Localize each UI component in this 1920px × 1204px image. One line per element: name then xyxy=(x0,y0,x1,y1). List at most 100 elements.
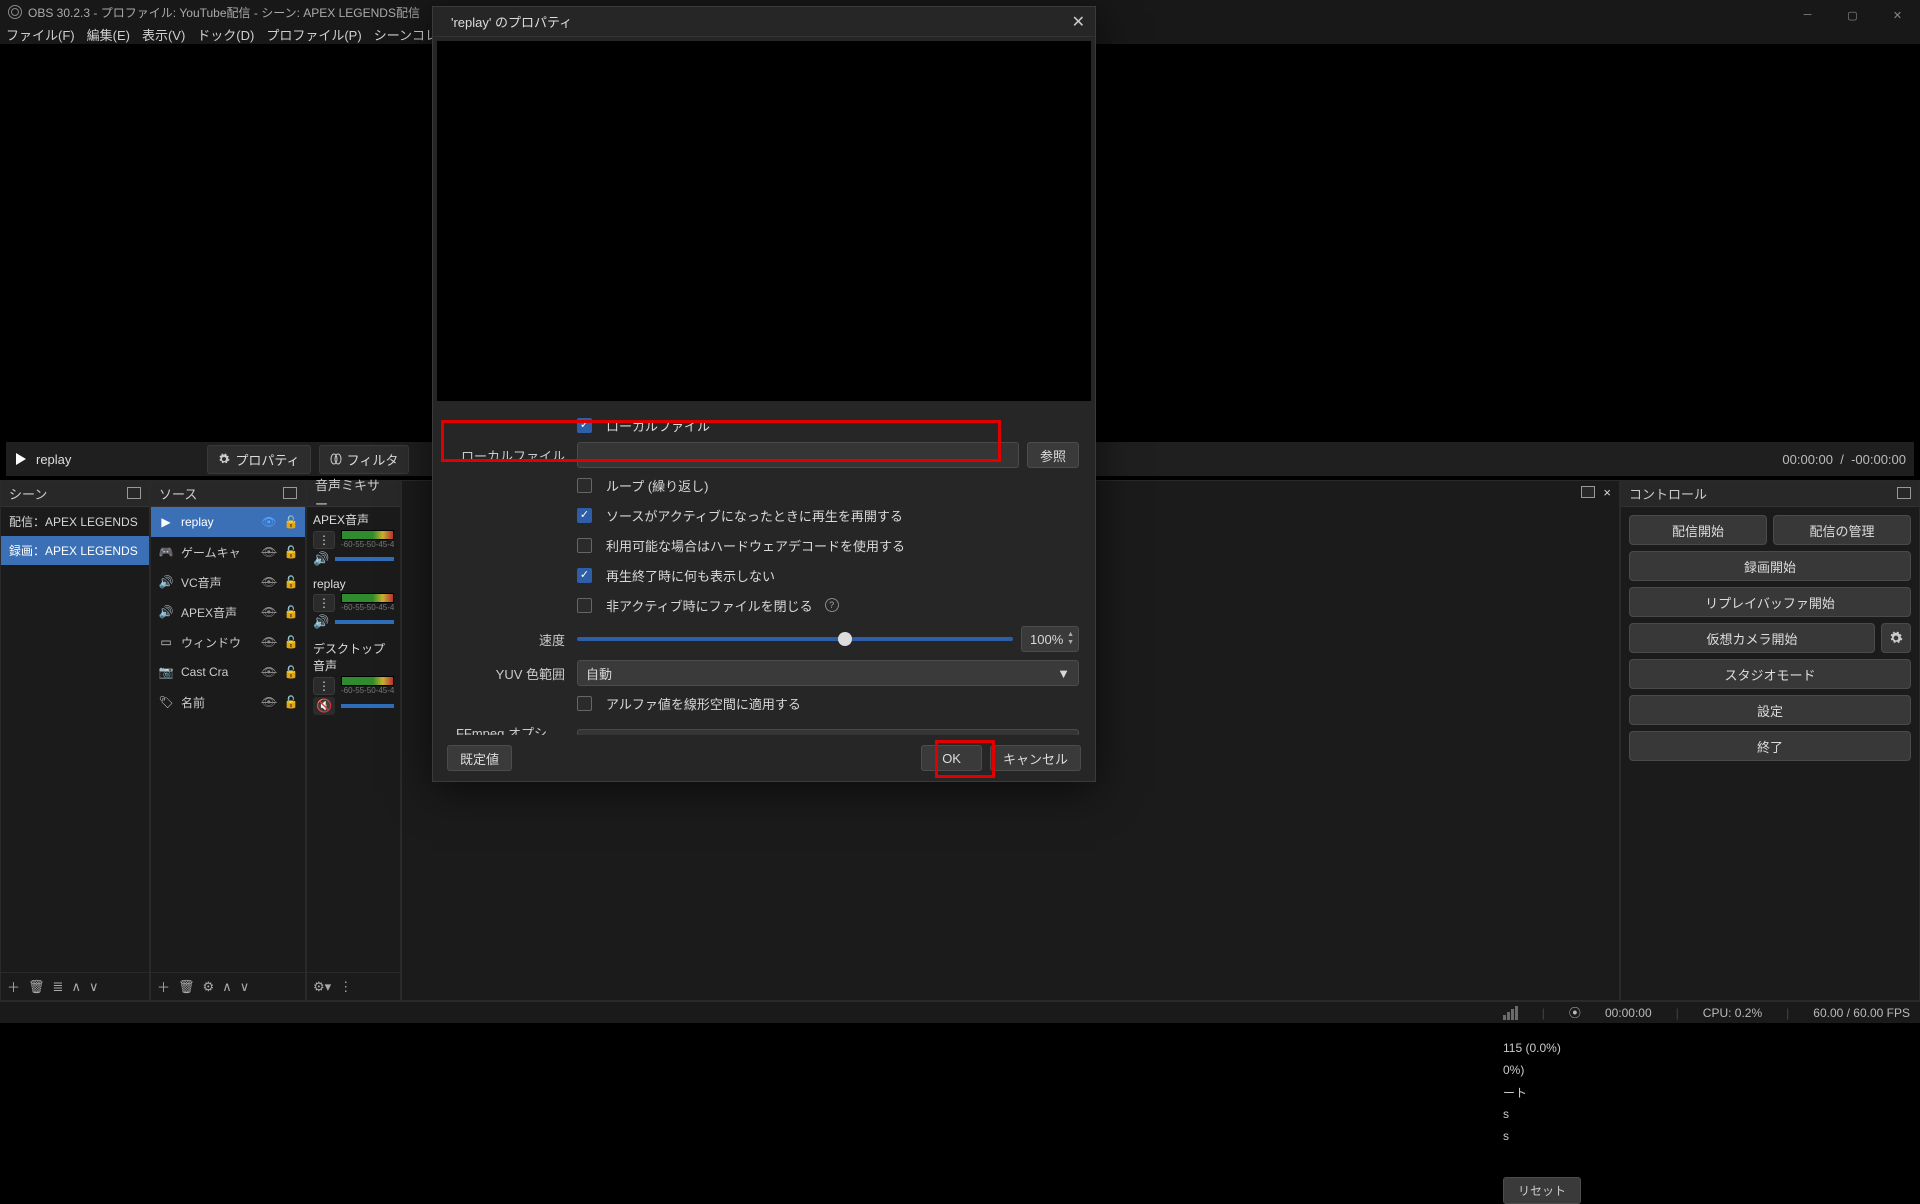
speed-slider[interactable] xyxy=(577,637,1013,641)
dialog-title: 'replay' のプロパティ xyxy=(451,12,572,31)
lock-icon[interactable]: 🔓 xyxy=(283,695,299,709)
resume-on-active-checkbox[interactable] xyxy=(577,508,592,523)
scene-up-button[interactable]: ∧ xyxy=(71,979,81,995)
properties-button[interactable]: プロパティ xyxy=(207,445,310,474)
lock-icon[interactable]: 🔓 xyxy=(283,575,299,589)
source-item[interactable]: ▶ replay 👁 🔓 xyxy=(151,507,305,537)
source-down-button[interactable]: ∨ xyxy=(240,979,250,995)
lock-icon[interactable]: 🔓 xyxy=(283,515,299,529)
dialog-close-button[interactable]: ✕ xyxy=(1072,12,1085,32)
cancel-button[interactable]: キャンセル xyxy=(990,745,1081,771)
local-file-checkbox[interactable] xyxy=(577,418,592,433)
minimize-button[interactable]: ─ xyxy=(1785,0,1830,30)
record-time: 00:00:00 xyxy=(1605,1006,1652,1020)
visibility-off-icon[interactable]: 👁 xyxy=(261,635,277,649)
add-scene-button[interactable]: ＋ xyxy=(7,977,20,996)
replay-buffer-button[interactable]: リプレイバッファ開始 xyxy=(1629,587,1911,617)
hw-decode-checkbox[interactable] xyxy=(577,538,592,553)
lock-icon[interactable]: 🔓 xyxy=(283,545,299,559)
source-item[interactable]: 🎮 ゲームキャ 👁 🔓 xyxy=(151,537,305,567)
source-item[interactable]: 📷 Cast Cra 👁 🔓 xyxy=(151,657,305,687)
source-up-button[interactable]: ∧ xyxy=(222,979,232,995)
visibility-off-icon[interactable]: 👁 xyxy=(261,545,277,559)
reset-button[interactable]: リセット xyxy=(1503,1177,1581,1204)
visibility-off-icon[interactable]: 👁 xyxy=(261,605,277,619)
start-recording-button[interactable]: 録画開始 xyxy=(1629,551,1911,581)
camera-icon: 📷 xyxy=(157,665,175,679)
lock-icon[interactable]: 🔓 xyxy=(283,665,299,679)
track-menu-button[interactable]: ⋮ xyxy=(313,677,335,695)
start-streaming-button[interactable]: 配信開始 xyxy=(1629,515,1767,545)
scene-filter-button[interactable]: ≣ xyxy=(53,979,64,995)
loop-checkbox[interactable] xyxy=(577,478,592,493)
speed-label: 速度 xyxy=(449,630,577,649)
visibility-off-icon[interactable]: 👁 xyxy=(261,665,277,679)
source-item[interactable]: ▭ ウィンドウ 👁 🔓 xyxy=(151,627,305,657)
studio-mode-button[interactable]: スタジオモード xyxy=(1629,659,1911,689)
manage-stream-button[interactable]: 配信の管理 xyxy=(1773,515,1911,545)
popout-icon[interactable] xyxy=(129,489,141,499)
volume-slider[interactable] xyxy=(341,704,394,708)
track-menu-button[interactable]: ⋮ xyxy=(313,594,335,612)
dialog-preview-area[interactable] xyxy=(437,41,1091,401)
close-inactive-checkbox[interactable] xyxy=(577,598,592,613)
lock-icon[interactable]: 🔓 xyxy=(283,605,299,619)
hide-on-end-checkbox[interactable] xyxy=(577,568,592,583)
menu-profile[interactable]: プロファイル(P) xyxy=(266,25,361,44)
chevron-up-icon[interactable]: ▲ xyxy=(1067,631,1074,639)
virtual-camera-settings-button[interactable] xyxy=(1881,623,1911,653)
close-button[interactable]: ✕ xyxy=(1875,0,1920,30)
remove-scene-button[interactable]: 🗑 xyxy=(28,979,45,995)
source-item[interactable]: 🔊 APEX音声 👁 🔓 xyxy=(151,597,305,627)
stat-fragment: 0%) xyxy=(1503,1059,1613,1081)
source-properties-button[interactable]: ⚙ xyxy=(203,979,215,995)
maximize-button[interactable]: ▢ xyxy=(1830,0,1875,30)
visibility-icon[interactable]: 👁 xyxy=(261,515,277,529)
settings-button[interactable]: 設定 xyxy=(1629,695,1911,725)
volume-slider[interactable] xyxy=(335,620,394,624)
menu-file[interactable]: ファイル(F) xyxy=(6,25,75,44)
defaults-button[interactable]: 既定値 xyxy=(447,745,512,771)
scene-down-button[interactable]: ∨ xyxy=(89,979,99,995)
scene-item[interactable]: 配信：APEX LEGENDS xyxy=(1,507,149,536)
speed-spinbox[interactable]: 100% ▲▼ xyxy=(1021,626,1079,652)
dialog-body: ローカルファイル ローカルファイル 参照 ループ (繰り返し) ソースがアクティ… xyxy=(433,405,1095,735)
mixer-menu-button[interactable]: ⋮ xyxy=(339,979,352,995)
menu-edit[interactable]: 編集(E) xyxy=(87,25,130,44)
scene-item[interactable]: 録画：APEX LEGENDS xyxy=(1,536,149,565)
play-icon[interactable] xyxy=(14,452,28,466)
visibility-off-icon[interactable]: 👁 xyxy=(261,695,277,709)
speaker-muted-icon[interactable]: 🔇 xyxy=(313,697,335,715)
visibility-off-icon[interactable]: 👁 xyxy=(261,575,277,589)
ok-button[interactable]: OK xyxy=(921,745,982,771)
popout-icon[interactable] xyxy=(1583,488,1595,498)
close-dock-button[interactable]: × xyxy=(1603,485,1611,500)
remove-source-button[interactable]: 🗑 xyxy=(178,979,195,995)
menu-view[interactable]: 表示(V) xyxy=(142,25,185,44)
browse-button[interactable]: 参照 xyxy=(1027,442,1079,468)
popout-icon[interactable] xyxy=(1899,489,1911,499)
window-icon: ▭ xyxy=(157,635,175,649)
yuv-range-select[interactable]: 自動 ▼ xyxy=(577,660,1079,686)
alpha-linear-checkbox[interactable] xyxy=(577,696,592,711)
speaker-icon[interactable]: 🔊 xyxy=(313,614,329,630)
speaker-icon[interactable]: 🔊 xyxy=(313,551,329,567)
lock-icon[interactable]: 🔓 xyxy=(283,635,299,649)
chevron-down-icon[interactable]: ▼ xyxy=(1067,639,1074,647)
source-item[interactable]: 🔊 VC音声 👁 🔓 xyxy=(151,567,305,597)
help-icon[interactable]: ? xyxy=(825,598,839,612)
add-source-button[interactable]: ＋ xyxy=(157,977,170,996)
scenes-header: シーン xyxy=(1,481,149,507)
audio-meter xyxy=(341,530,394,540)
exit-button[interactable]: 終了 xyxy=(1629,731,1911,761)
volume-slider[interactable] xyxy=(335,557,394,561)
popout-icon[interactable] xyxy=(285,489,297,499)
local-file-input[interactable] xyxy=(577,442,1019,468)
mixer-settings-button[interactable]: ⚙▾ xyxy=(313,979,331,995)
track-menu-button[interactable]: ⋮ xyxy=(313,531,335,549)
menu-dock[interactable]: ドック(D) xyxy=(197,25,254,44)
virtual-camera-button[interactable]: 仮想カメラ開始 xyxy=(1629,623,1875,653)
filter-button[interactable]: フィルタ xyxy=(319,445,410,474)
source-item[interactable]: 🏷 名前 👁 🔓 xyxy=(151,687,305,717)
mixer-track: デスクトップ音声 ⋮ -60-55-50-45-4 🔇 xyxy=(307,636,400,721)
